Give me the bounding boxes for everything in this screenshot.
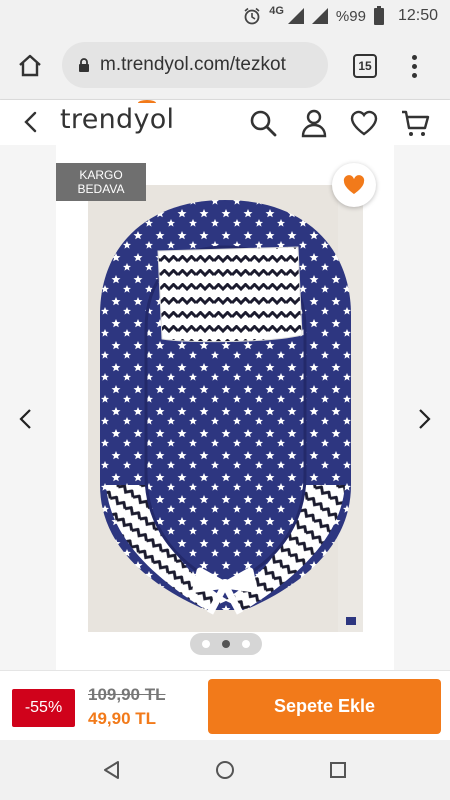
product-content: KARGO BEDAVA (0, 145, 450, 670)
gallery-dot-active[interactable] (222, 640, 230, 648)
badge-line-1: KARGO (79, 168, 123, 182)
product-image[interactable] (88, 185, 363, 632)
recents-icon[interactable] (328, 760, 348, 780)
status-bar: 4G %99 12:50 (0, 0, 450, 32)
browser-toolbar: m.trendyol.com/tezkot 15 (0, 32, 450, 100)
free-shipping-badge: KARGO BEDAVA (56, 163, 146, 201)
browser-menu-button[interactable] (406, 50, 422, 82)
tabs-button[interactable]: 15 (353, 54, 377, 78)
battery-icon (373, 5, 384, 25)
clock: 12:50 (397, 7, 438, 24)
old-price: 109,90 TL (88, 685, 166, 704)
address-bar[interactable]: m.trendyol.com/tezkot (62, 42, 328, 88)
favorite-button[interactable] (332, 163, 376, 207)
lock-icon (79, 58, 89, 72)
cart-icon[interactable] (400, 108, 430, 138)
next-image-icon[interactable] (414, 407, 434, 431)
heart-icon (343, 175, 365, 194)
battery-percent: %99 (335, 7, 366, 25)
add-to-cart-button[interactable]: Sepete Ekle (208, 679, 441, 734)
current-price: 49,90 TL (88, 709, 157, 728)
signal-icon (287, 8, 304, 24)
product-gallery[interactable]: KARGO BEDAVA (56, 145, 394, 670)
gallery-dot[interactable] (202, 640, 210, 648)
search-icon[interactable] (248, 108, 278, 138)
home-button[interactable] (14, 50, 46, 82)
purchase-bar: -55% 109,90 TL 49,90 TL Sepete Ekle (0, 670, 450, 740)
gallery-pagination (190, 633, 262, 655)
trendyol-logo[interactable]: trendyol (60, 104, 174, 135)
home-icon (19, 54, 41, 77)
discount-badge: -55% (12, 689, 75, 727)
badge-line-2: BEDAVA (77, 182, 125, 196)
logo-accent (138, 100, 156, 106)
signal-icon-2 (311, 8, 328, 24)
previous-image-icon[interactable] (16, 407, 36, 431)
network-type: 4G (269, 5, 284, 17)
home-nav-icon[interactable] (215, 760, 235, 780)
url-text: m.trendyol.com/tezkot (100, 54, 286, 75)
back-icon[interactable] (102, 760, 122, 780)
system-nav-bar (0, 740, 450, 800)
alarm-icon (244, 7, 260, 25)
site-header: trendyol (0, 100, 450, 145)
account-icon[interactable] (299, 108, 329, 138)
gallery-dot[interactable] (242, 640, 250, 648)
favorites-icon[interactable] (349, 108, 379, 138)
back-arrow-icon[interactable] (18, 108, 46, 136)
